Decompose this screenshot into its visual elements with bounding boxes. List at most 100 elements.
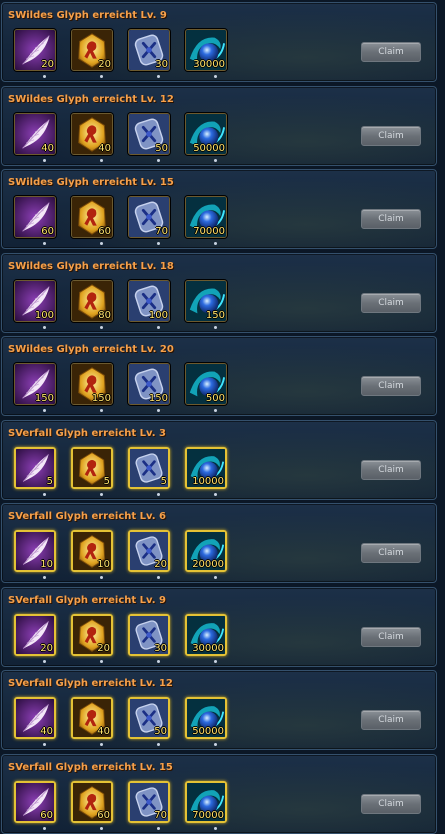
reward-title: SVerfall Glyph erreicht Lv. 15 <box>8 762 173 773</box>
claim-button[interactable]: Claim <box>361 460 421 480</box>
claim-button[interactable]: Claim <box>361 126 421 146</box>
reward-title: SVerfall Glyph erreicht Lv. 3 <box>8 428 166 439</box>
seal-item-slot[interactable]: 20 <box>71 29 113 71</box>
orb-item-slot[interactable]: 500 <box>185 363 227 405</box>
slot-indicator <box>43 827 46 830</box>
slot-indicator <box>157 827 160 830</box>
slot-indicator <box>214 827 217 830</box>
rune-item-slot[interactable]: 50 <box>128 697 170 739</box>
orb-item-slot[interactable]: 50000 <box>185 697 227 739</box>
slot-indicator <box>214 576 217 579</box>
item-quantity: 30 <box>155 59 168 70</box>
seal-item-slot[interactable]: 40 <box>71 697 113 739</box>
slot-indicator <box>100 827 103 830</box>
claim-button[interactable]: Claim <box>361 376 421 396</box>
orb-item-slot[interactable]: 30000 <box>185 29 227 71</box>
orb-item-slot[interactable]: 150 <box>185 280 227 322</box>
rune-item-slot[interactable]: 30 <box>128 29 170 71</box>
seal-item-slot[interactable]: 60 <box>71 781 113 823</box>
slot-indicator <box>214 75 217 78</box>
slot-indicator <box>100 75 103 78</box>
feather-item-slot[interactable]: 40 <box>14 697 56 739</box>
rune-item-slot[interactable]: 5 <box>128 447 170 489</box>
orb-item-slot[interactable]: 50000 <box>185 113 227 155</box>
item-quantity: 30000 <box>193 59 225 70</box>
reward-row: SWildes Glyph erreicht Lv. 20 150 150 15… <box>1 336 437 416</box>
claim-button[interactable]: Claim <box>361 627 421 647</box>
item-quantity: 20 <box>98 59 111 70</box>
reward-row: SWildes Glyph erreicht Lv. 9 20 20 30 30… <box>1 2 437 82</box>
slot-indicator <box>157 493 160 496</box>
reward-row: SVerfall Glyph erreicht Lv. 12 40 40 50 … <box>1 670 437 750</box>
rune-item-slot[interactable]: 70 <box>128 781 170 823</box>
item-quantity: 40 <box>97 726 110 737</box>
orb-item-slot[interactable]: 30000 <box>185 614 227 656</box>
item-quantity: 70 <box>154 810 167 821</box>
slot-indicator <box>157 242 160 245</box>
slot-indicator <box>214 409 217 412</box>
item-quantity: 70 <box>155 226 168 237</box>
feather-item-slot[interactable]: 60 <box>14 781 56 823</box>
slot-indicator <box>157 75 160 78</box>
feather-item-slot[interactable]: 150 <box>14 363 56 405</box>
claim-button[interactable]: Claim <box>361 710 421 730</box>
feather-item-slot[interactable]: 10 <box>14 530 56 572</box>
reward-title: SVerfall Glyph erreicht Lv. 12 <box>8 678 173 689</box>
item-quantity: 70000 <box>192 810 224 821</box>
claim-button[interactable]: Claim <box>361 293 421 313</box>
reward-title: SVerfall Glyph erreicht Lv. 6 <box>8 511 166 522</box>
claim-button[interactable]: Claim <box>361 543 421 563</box>
slot-indicator <box>43 242 46 245</box>
item-quantity: 20 <box>40 643 53 654</box>
slot-indicator <box>214 326 217 329</box>
orb-item-slot[interactable]: 70000 <box>185 196 227 238</box>
item-quantity: 10 <box>97 559 110 570</box>
item-quantity: 20 <box>41 59 54 70</box>
item-quantity: 150 <box>91 393 111 404</box>
slot-indicator <box>43 660 46 663</box>
seal-item-slot[interactable]: 150 <box>71 363 113 405</box>
claim-button[interactable]: Claim <box>361 209 421 229</box>
feather-item-slot[interactable]: 100 <box>14 280 56 322</box>
feather-item-slot[interactable]: 40 <box>14 113 56 155</box>
rune-item-slot[interactable]: 20 <box>128 530 170 572</box>
item-quantity: 30 <box>154 643 167 654</box>
orb-item-slot[interactable]: 20000 <box>185 530 227 572</box>
slot-indicator <box>214 743 217 746</box>
rune-item-slot[interactable]: 70 <box>128 196 170 238</box>
claim-button[interactable]: Claim <box>361 42 421 62</box>
item-quantity: 70000 <box>193 226 225 237</box>
seal-item-slot[interactable]: 60 <box>71 196 113 238</box>
feather-item-slot[interactable]: 20 <box>14 29 56 71</box>
rune-item-slot[interactable]: 30 <box>128 614 170 656</box>
claim-button[interactable]: Claim <box>361 794 421 814</box>
seal-item-slot[interactable]: 10 <box>71 530 113 572</box>
slot-indicator <box>214 660 217 663</box>
orb-item-slot[interactable]: 10000 <box>185 447 227 489</box>
reward-list: SWildes Glyph erreicht Lv. 9 20 20 30 30… <box>0 0 445 834</box>
item-quantity: 50 <box>155 143 168 154</box>
rune-item-slot[interactable]: 150 <box>128 363 170 405</box>
reward-row: SVerfall Glyph erreicht Lv. 9 20 20 30 3… <box>1 587 437 667</box>
reward-row: SVerfall Glyph erreicht Lv. 15 60 60 70 … <box>1 754 437 834</box>
slot-indicator <box>100 159 103 162</box>
rune-item-slot[interactable]: 100 <box>128 280 170 322</box>
slot-indicator <box>43 75 46 78</box>
seal-item-slot[interactable]: 5 <box>71 447 113 489</box>
slot-indicator <box>43 326 46 329</box>
feather-item-slot[interactable]: 5 <box>14 447 56 489</box>
slot-indicator <box>43 743 46 746</box>
seal-item-slot[interactable]: 40 <box>71 113 113 155</box>
item-quantity: 60 <box>40 810 53 821</box>
reward-row: SVerfall Glyph erreicht Lv. 6 10 10 20 2… <box>1 503 437 583</box>
rune-item-slot[interactable]: 50 <box>128 113 170 155</box>
item-quantity: 150 <box>205 310 225 321</box>
item-quantity: 5 <box>103 476 110 487</box>
feather-item-slot[interactable]: 60 <box>14 196 56 238</box>
seal-item-slot[interactable]: 20 <box>71 614 113 656</box>
orb-item-slot[interactable]: 70000 <box>185 781 227 823</box>
seal-item-slot[interactable]: 80 <box>71 280 113 322</box>
feather-item-slot[interactable]: 20 <box>14 614 56 656</box>
reward-title: SWildes Glyph erreicht Lv. 9 <box>8 10 167 21</box>
item-quantity: 500 <box>205 393 225 404</box>
